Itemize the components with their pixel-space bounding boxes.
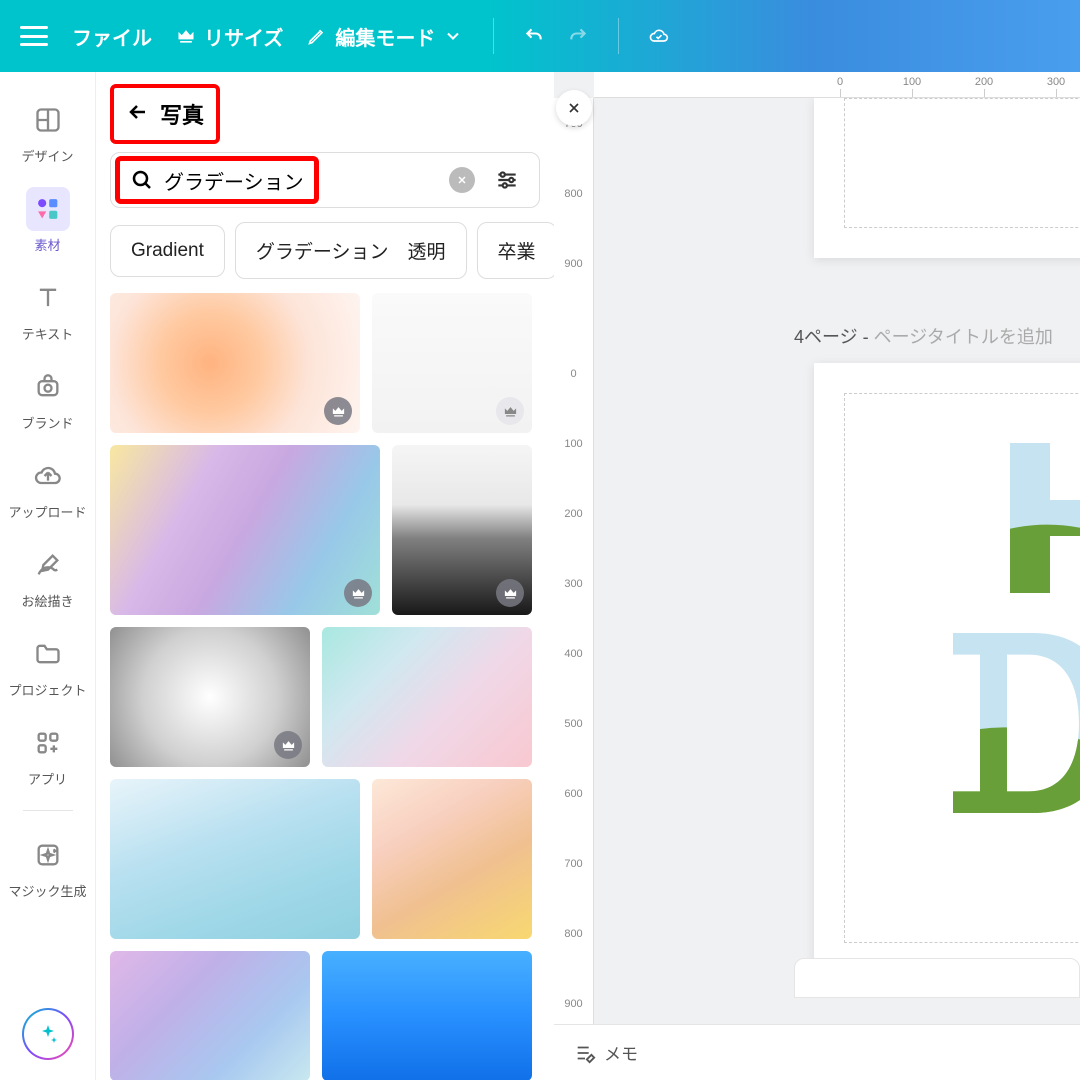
upload-icon: [34, 462, 62, 490]
image-tile[interactable]: [322, 627, 532, 767]
sidebar-item-design[interactable]: デザイン: [8, 90, 88, 173]
sidebar-item-magic[interactable]: マジック生成: [8, 825, 88, 908]
image-tile[interactable]: [110, 627, 310, 767]
pro-badge: [496, 397, 524, 425]
clear-search-button[interactable]: [449, 167, 475, 193]
image-tile[interactable]: [110, 779, 360, 939]
pro-badge: [324, 397, 352, 425]
canvas-viewport[interactable]: 4ページ - ページタイトルを追加: [594, 98, 1080, 1020]
close-icon: [456, 174, 468, 186]
page-label[interactable]: 4ページ - ページタイトルを追加: [794, 323, 1053, 349]
sidebar-item-apps[interactable]: アプリ: [8, 713, 88, 796]
search-box[interactable]: [110, 152, 540, 208]
page-thumb-strip[interactable]: [794, 958, 1080, 998]
layout-icon: [34, 106, 62, 134]
sidebar-item-draw[interactable]: お絵描き: [8, 535, 88, 618]
canvas-letter-h[interactable]: [994, 443, 1080, 593]
arrow-left-icon: [126, 100, 150, 129]
filter-button[interactable]: [485, 158, 529, 202]
topbar: ファイル リサイズ 編集モード: [0, 0, 1080, 72]
pro-badge: [274, 731, 302, 759]
text-icon: [34, 284, 62, 312]
edit-mode-menu[interactable]: 編集モード: [307, 22, 463, 51]
sidebar-item-upload[interactable]: アップロード: [8, 446, 88, 529]
magic-button[interactable]: [22, 1008, 74, 1060]
draw-icon: [34, 551, 62, 579]
back-label: 写真: [160, 98, 204, 130]
sidebar-item-brand[interactable]: ブランド: [8, 357, 88, 440]
sidebar-item-elements[interactable]: 素材: [8, 179, 88, 262]
elements-panel: 写真 Gradient グラデーション 透明 卒業: [96, 72, 554, 1080]
notes-icon: [574, 1042, 596, 1064]
notes-button[interactable]: メモ: [574, 1040, 638, 1065]
cloud-check-icon: [649, 26, 669, 46]
pro-badge: [344, 579, 372, 607]
chip[interactable]: 卒業: [477, 222, 555, 279]
brand-icon: [34, 373, 62, 401]
ruler-vertical: 700 800 900 0 100 200 300 400 500 600 70…: [554, 98, 594, 1080]
image-tile[interactable]: [110, 293, 360, 433]
shapes-icon: [34, 195, 62, 223]
sliders-icon: [494, 167, 520, 193]
image-tile[interactable]: [322, 951, 532, 1080]
back-button[interactable]: 写真: [110, 84, 220, 144]
close-icon: [566, 100, 582, 116]
resize-menu[interactable]: リサイズ: [176, 22, 283, 51]
ruler-horizontal: 0 100 200 300 400: [594, 72, 1080, 98]
image-tile[interactable]: [110, 445, 380, 615]
magic-icon: [34, 841, 62, 869]
file-menu[interactable]: ファイル: [72, 22, 152, 51]
redo-icon: [568, 26, 588, 46]
crown-icon: [176, 26, 196, 46]
canvas-area: 0 100 200 300 400 700 800 900 0 100 200 …: [554, 72, 1080, 1080]
sidebar-item-text[interactable]: テキスト: [8, 268, 88, 351]
page-frame[interactable]: [814, 98, 1080, 258]
menu-icon[interactable]: [20, 26, 48, 46]
page-frame[interactable]: [814, 363, 1080, 973]
close-panel-button[interactable]: [556, 90, 592, 126]
undo-icon: [524, 26, 544, 46]
image-tile[interactable]: [110, 951, 310, 1080]
folder-icon: [34, 640, 62, 668]
canvas-letter-d[interactable]: [944, 633, 1080, 813]
sidebar: デザイン 素材 テキスト ブランド アップロード お絵描き プロジェクト アプ: [0, 72, 96, 1080]
results-grid: [110, 293, 540, 1080]
divider: [23, 810, 73, 811]
pro-badge: [496, 579, 524, 607]
pencil-icon: [307, 26, 327, 46]
chip[interactable]: グラデーション 透明: [235, 222, 467, 279]
chevron-down-icon: [443, 26, 463, 46]
bottom-bar: メモ: [554, 1024, 1080, 1080]
image-tile[interactable]: [392, 445, 532, 615]
sparkle-icon: [36, 1022, 60, 1046]
apps-icon: [34, 729, 62, 757]
search-icon: [130, 168, 154, 192]
chip-row: Gradient グラデーション 透明 卒業: [110, 222, 540, 279]
search-input[interactable]: [164, 169, 304, 192]
cloud-button[interactable]: [649, 26, 669, 46]
undo-button[interactable]: [524, 26, 544, 46]
redo-button[interactable]: [568, 26, 588, 46]
sidebar-item-projects[interactable]: プロジェクト: [8, 624, 88, 707]
divider: [493, 18, 494, 54]
chip[interactable]: Gradient: [110, 225, 225, 277]
image-tile[interactable]: [372, 779, 532, 939]
divider: [618, 18, 619, 54]
image-tile[interactable]: [372, 293, 532, 433]
